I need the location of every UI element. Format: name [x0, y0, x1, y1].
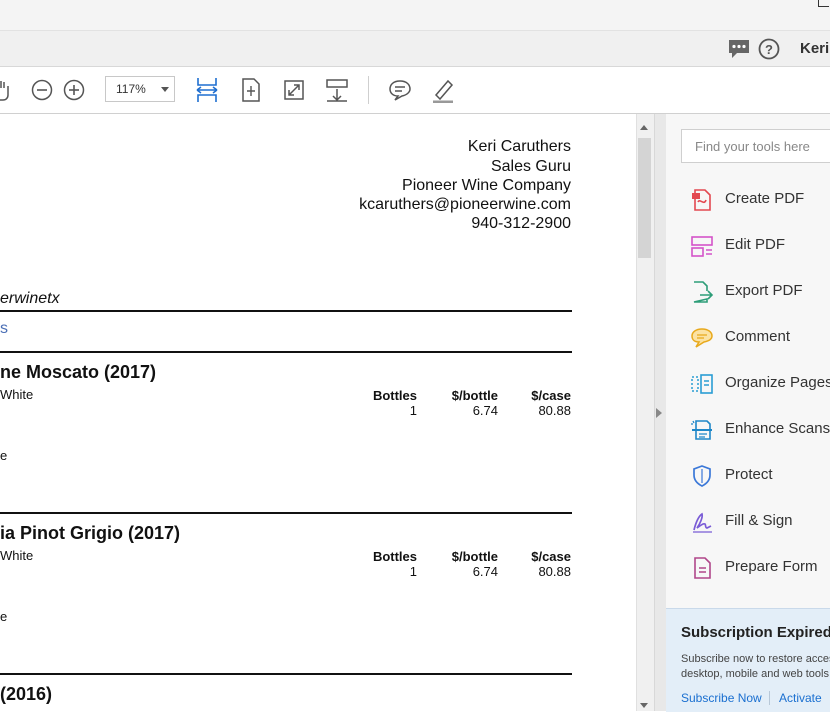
- scroll-up-icon[interactable]: [640, 125, 648, 130]
- svg-text:?: ?: [765, 42, 773, 57]
- divider-rule: [0, 512, 572, 514]
- tool-prepare-form[interactable]: Prepare Form: [666, 548, 830, 588]
- title-bar: [0, 0, 830, 31]
- subscription-title: Subscription Expired: [681, 624, 830, 641]
- tool-export-pdf[interactable]: Export PDF: [666, 272, 830, 312]
- col-bottles: Bottles: [372, 388, 417, 403]
- divider-rule: [0, 310, 572, 312]
- help-icon[interactable]: ?: [758, 38, 780, 60]
- wine-note: e: [0, 448, 8, 463]
- wine-note: e: [0, 609, 8, 624]
- wine-per-case: 80.88: [538, 403, 571, 418]
- subscription-message: Subscribe now to restore access desktop,…: [681, 652, 830, 682]
- prepare-form-icon: [694, 557, 711, 579]
- organize-pages-icon: [691, 374, 713, 394]
- tool-label: Export PDF: [725, 282, 803, 299]
- contact-name: Keri Caruthers: [467, 138, 571, 155]
- subscribe-now-link[interactable]: Subscribe Now: [681, 691, 762, 705]
- wine-type: White: [0, 387, 34, 402]
- wine-name: ne Moscato (2017): [0, 362, 157, 382]
- contact-email: kcaruthers@pioneerwine.com: [359, 196, 571, 213]
- tool-organize-pages[interactable]: Organize Pages: [666, 364, 830, 404]
- comment-toolbar-icon[interactable]: [386, 76, 414, 104]
- col-per-case: $/case: [531, 388, 571, 403]
- create-pdf-icon: [692, 189, 711, 211]
- fit-width-icon[interactable]: [193, 76, 221, 104]
- full-screen-icon[interactable]: [280, 76, 308, 104]
- chevron-down-icon[interactable]: [161, 87, 169, 92]
- wine-bottles: 1: [409, 403, 417, 418]
- wine-bottles: 1: [409, 564, 417, 579]
- zoom-out-icon[interactable]: [28, 76, 56, 104]
- tool-label: Edit PDF: [725, 236, 786, 253]
- highlight-icon[interactable]: [429, 76, 457, 104]
- fit-page-icon[interactable]: [237, 76, 265, 104]
- divider-rule: [0, 351, 572, 353]
- subscription-line-1: Subscribe now to restore access: [681, 653, 830, 665]
- wine-type: White: [0, 548, 34, 563]
- user-name[interactable]: Keri: [800, 40, 829, 57]
- document-page[interactable]: Keri Caruthers Sales Guru Pioneer Wine C…: [0, 114, 636, 711]
- tool-protect[interactable]: Protect: [666, 456, 830, 496]
- activate-link[interactable]: Activate: [779, 691, 822, 705]
- tool-search-input[interactable]: Find your tools here: [681, 129, 830, 163]
- fill-sign-icon: [693, 512, 712, 533]
- tool-label: Protect: [725, 466, 773, 483]
- col-per-bottle: $/bottle: [451, 549, 498, 564]
- header-bar: [0, 31, 830, 67]
- scrollbar-thumb[interactable]: [638, 138, 651, 258]
- divider-rule: [0, 673, 572, 675]
- subscription-line-2: desktop, mobile and web tools.: [681, 668, 830, 680]
- col-bottles: Bottles: [372, 549, 417, 564]
- tool-label: Organize Pages: [725, 374, 830, 391]
- wine-per-bottle: 6.74: [472, 403, 498, 418]
- enhance-scans-icon: [691, 420, 712, 440]
- tool-label: Enhance Scans: [725, 420, 830, 437]
- scroll-mode-icon[interactable]: [323, 76, 351, 104]
- wine-name: (2016): [0, 684, 53, 704]
- tool-create-pdf[interactable]: Create PDF: [666, 180, 830, 220]
- link-divider: [769, 691, 770, 705]
- tool-comment[interactable]: Comment: [666, 318, 830, 358]
- tool-label: Comment: [725, 328, 791, 345]
- protect-icon: [693, 465, 711, 487]
- contact-phone: 940-312-2900: [471, 215, 571, 232]
- wine-per-bottle: 6.74: [472, 564, 498, 579]
- wine-name: ia Pinot Grigio (2017): [0, 523, 181, 543]
- toolbar-divider: [368, 76, 369, 104]
- window-corner-mark: [818, 0, 829, 7]
- comment-icon: [691, 328, 713, 348]
- wine-per-case: 80.88: [538, 564, 571, 579]
- link-fragment[interactable]: s: [0, 320, 8, 338]
- contact-company: Pioneer Wine Company: [402, 177, 571, 194]
- tool-label: Prepare Form: [725, 558, 818, 575]
- col-per-bottle: $/bottle: [451, 388, 498, 403]
- tool-label: Fill & Sign: [725, 512, 793, 529]
- hand-tool-icon[interactable]: [0, 76, 16, 104]
- collapse-pane-icon[interactable]: [656, 408, 662, 418]
- contact-title: Sales Guru: [490, 158, 571, 175]
- tool-label: Create PDF: [725, 190, 805, 207]
- col-per-case: $/case: [531, 549, 571, 564]
- handle-text: erwinetx: [0, 290, 60, 307]
- scroll-down-icon[interactable]: [640, 703, 648, 708]
- export-pdf-icon: [693, 281, 714, 303]
- tool-enhance-scans[interactable]: Enhance Scans: [666, 410, 830, 450]
- chat-icon[interactable]: [727, 38, 751, 60]
- zoom-in-icon[interactable]: [60, 76, 88, 104]
- edit-pdf-icon: [691, 236, 713, 257]
- tool-fill-sign[interactable]: Fill & Sign: [666, 502, 830, 542]
- tool-edit-pdf[interactable]: Edit PDF: [666, 226, 830, 266]
